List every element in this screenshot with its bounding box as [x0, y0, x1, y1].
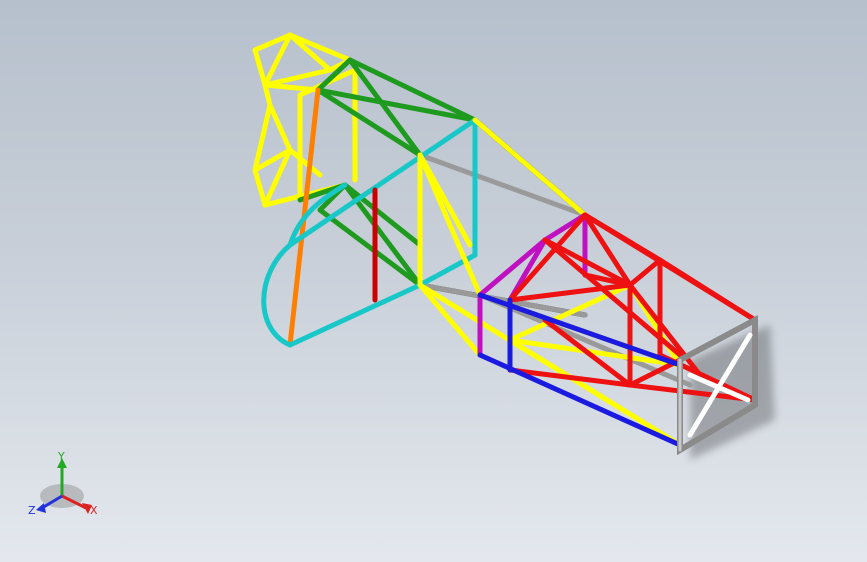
green-tubes [297, 57, 478, 288]
triad [36, 458, 92, 514]
yellow-front-tubes [252, 32, 358, 208]
tube-members [252, 32, 758, 456]
cad-viewport[interactable]: Y X Z [0, 0, 867, 562]
space-frame-chassis[interactable] [0, 0, 867, 562]
triad-y-label: Y [58, 450, 65, 463]
triad-x-label: X [90, 504, 98, 517]
triad-z-label: Z [28, 504, 36, 517]
triad-z-arrow [36, 503, 46, 513]
